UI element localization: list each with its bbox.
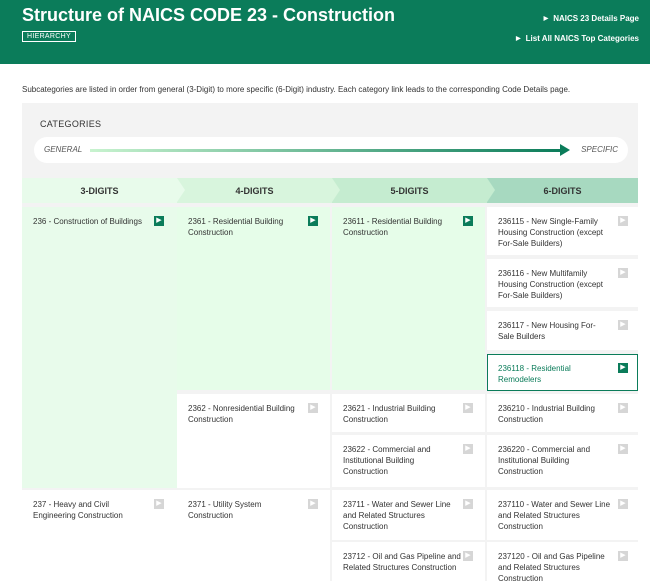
cell-label: 2371 - Utility System Construction — [188, 500, 262, 520]
arrow-right-icon: ▶ — [618, 551, 628, 561]
cell-label: 23611 - Residential Building Constructio… — [343, 217, 443, 237]
column-header-4-digits: 4-DIGITS — [177, 178, 340, 203]
chevron-right-icon — [177, 178, 185, 202]
general-label: GENERAL — [44, 145, 83, 154]
specific-label: SPECIFIC — [581, 145, 618, 154]
level5-cell-23711[interactable]: 23711 - Water and Sewer Line and Related… — [332, 490, 485, 540]
level4-cell-2371[interactable]: 2371 - Utility System Construction ▶ — [177, 490, 330, 581]
arrow-right-icon: ▶ — [308, 499, 318, 509]
column-header-3-digits: 3-DIGITS — [22, 178, 185, 203]
level4-cell-2362[interactable]: 2362 - Nonresidential Building Construct… — [177, 394, 330, 488]
arrow-right-icon: ▶ — [308, 216, 318, 226]
cell-label: 236118 - Residential Remodelers — [498, 364, 571, 384]
arrow-right-icon: ▶ — [308, 403, 318, 413]
level6-cell-236116[interactable]: 236116 - New Multifamily Housing Constru… — [487, 259, 638, 307]
cell-label: 236220 - Commercial and Institutional Bu… — [498, 445, 591, 476]
column-header-6-digits: 6-DIGITS — [487, 178, 638, 203]
chevron-right-icon — [487, 178, 495, 202]
cell-label: 236117 - New Housing For-Sale Builders — [498, 321, 596, 341]
cell-label: 237110 - Water and Sewer Line and Relate… — [498, 500, 611, 531]
top-categories-link-label: List All NAICS Top Categories — [525, 34, 639, 43]
cell-label: 236116 - New Multifamily Housing Constru… — [498, 269, 603, 300]
column-header-label: 6-DIGITS — [543, 185, 582, 196]
column-header-label: 5-DIGITS — [390, 185, 429, 196]
arrow-right-icon: ▶ — [463, 499, 473, 509]
arrow-right-icon: ▶ — [618, 320, 628, 330]
cell-label: 23711 - Water and Sewer Line and Related… — [343, 500, 451, 531]
level6-cell-236220[interactable]: 236220 - Commercial and Institutional Bu… — [487, 435, 638, 487]
level6-cell-236118[interactable]: 236118 - Residential Remodelers ▶ — [487, 354, 638, 391]
arrow-right-icon: ▶ — [463, 403, 473, 413]
level6-cell-237110[interactable]: 237110 - Water and Sewer Line and Relate… — [487, 490, 638, 540]
level4-cell-2361[interactable]: 2361 - Residential Building Construction… — [177, 207, 330, 390]
cell-label: 236 - Construction of Buildings — [33, 217, 142, 226]
column-header-label: 4-DIGITS — [235, 185, 274, 196]
level5-cell-23621[interactable]: 23621 - Industrial Building Construction… — [332, 394, 485, 432]
specificity-scale: GENERAL SPECIFIC — [34, 137, 628, 163]
gradient-bar — [90, 149, 562, 152]
triangle-right-icon: ▶ — [543, 16, 549, 22]
level5-cell-23712[interactable]: 23712 - Oil and Gas Pipeline and Related… — [332, 542, 485, 581]
cell-label: 236115 - New Single-Family Housing Const… — [498, 217, 603, 248]
cell-label: 236210 - Industrial Building Constructio… — [498, 404, 595, 424]
arrow-right-icon: ▶ — [618, 499, 628, 509]
arrow-right-icon: ▶ — [618, 268, 628, 278]
level6-cell-236117[interactable]: 236117 - New Housing For-Sale Builders ▶ — [487, 311, 638, 350]
arrow-right-icon: ▶ — [618, 216, 628, 226]
arrow-right-icon: ▶ — [463, 551, 473, 561]
naics-details-link[interactable]: ▶ NAICS 23 Details Page — [544, 14, 639, 23]
cell-label: 2361 - Residential Building Construction — [188, 217, 284, 237]
cell-label: 2362 - Nonresidential Building Construct… — [188, 404, 295, 424]
page-header: Structure of NAICS CODE 23 - Constructio… — [0, 0, 650, 64]
level6-cell-236210[interactable]: 236210 - Industrial Building Constructio… — [487, 394, 638, 432]
level6-cell-237120[interactable]: 237120 - Oil and Gas Pipeline and Relate… — [487, 542, 638, 583]
arrow-right-icon: ▶ — [618, 363, 628, 373]
naics-details-link-label: NAICS 23 Details Page — [553, 14, 639, 23]
level5-cell-23622[interactable]: 23622 - Commercial and Institutional Bui… — [332, 435, 485, 487]
cell-label: 23621 - Industrial Building Construction — [343, 404, 436, 424]
cell-label: 237120 - Oil and Gas Pipeline and Relate… — [498, 552, 605, 583]
cell-label: 23622 - Commercial and Institutional Bui… — [343, 445, 431, 476]
triangle-right-icon: ▶ — [516, 36, 521, 42]
cell-label: 23712 - Oil and Gas Pipeline and Related… — [343, 552, 461, 572]
column-header-label: 3-DIGITS — [80, 185, 119, 196]
arrow-right-icon: ▶ — [618, 444, 628, 454]
level6-cell-236115[interactable]: 236115 - New Single-Family Housing Const… — [487, 207, 638, 255]
intro-text: Subcategories are listed in order from g… — [22, 85, 571, 94]
arrow-right-icon: ▶ — [154, 216, 164, 226]
categories-label: CATEGORIES — [40, 119, 102, 129]
cell-label: 237 - Heavy and Civil Engineering Constr… — [33, 500, 123, 520]
arrow-right-icon: ▶ — [463, 216, 473, 226]
page-title: Structure of NAICS CODE 23 - Constructio… — [22, 5, 396, 25]
arrow-right-icon: ▶ — [618, 403, 628, 413]
arrow-right-icon: ▶ — [154, 499, 164, 509]
hierarchy-badge: HIERARCHY — [22, 31, 76, 42]
arrow-head-icon — [560, 144, 570, 156]
chevron-right-icon — [332, 178, 340, 202]
column-header-5-digits: 5-DIGITS — [332, 178, 495, 203]
level3-cell-237[interactable]: 237 - Heavy and Civil Engineering Constr… — [22, 490, 177, 581]
level5-cell-23611[interactable]: 23611 - Residential Building Constructio… — [332, 207, 485, 390]
level3-cell-236[interactable]: 236 - Construction of Buildings ▶ — [22, 207, 177, 488]
arrow-right-icon: ▶ — [463, 444, 473, 454]
top-categories-link[interactable]: ▶ List All NAICS Top Categories — [516, 34, 639, 43]
